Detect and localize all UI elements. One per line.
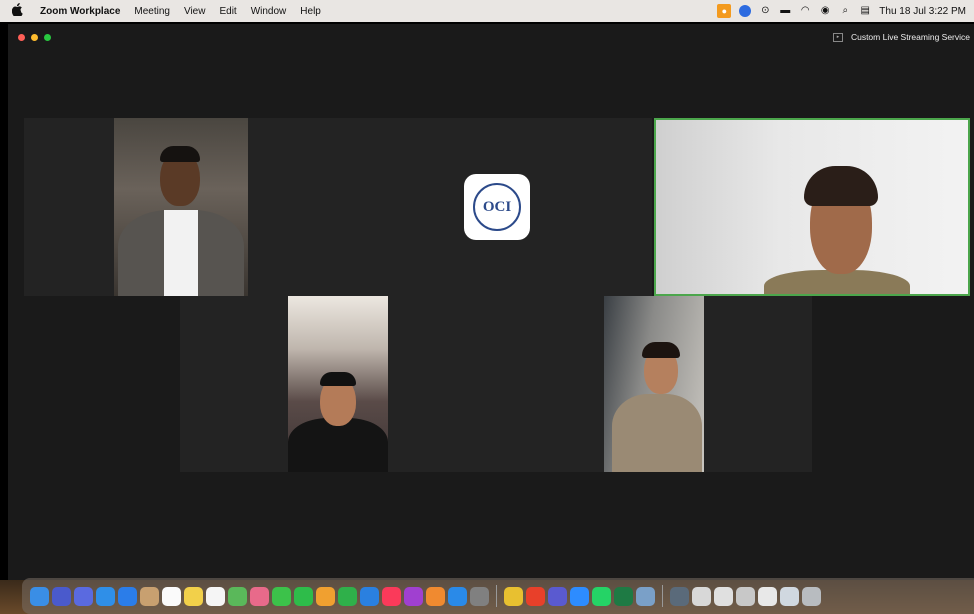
dock-separator xyxy=(496,585,497,607)
window-controls xyxy=(18,34,51,41)
participant-tile-2[interactable] xyxy=(180,296,590,472)
whatsapp-icon[interactable] xyxy=(592,586,611,606)
podcasts-icon[interactable] xyxy=(404,586,423,606)
chrome-icon[interactable] xyxy=(504,586,523,606)
zoom-status-icon[interactable] xyxy=(739,5,752,17)
participant-video-active xyxy=(656,120,968,294)
numbers-icon[interactable] xyxy=(338,586,357,606)
messages-icon[interactable] xyxy=(272,586,291,606)
keynote-icon[interactable] xyxy=(360,586,379,606)
live-streaming-indicator[interactable]: ▸ Custom Live Streaming Service xyxy=(832,32,970,42)
microphone-icon[interactable]: ● xyxy=(717,4,732,18)
minimize-window-button[interactable] xyxy=(31,34,38,41)
live-stream-icon: ▸ xyxy=(832,32,843,42)
participant-video-2 xyxy=(288,296,388,472)
safari-icon[interactable] xyxy=(96,586,115,606)
oci-logo-icon: OCI xyxy=(473,183,521,231)
participant-tile-3[interactable] xyxy=(590,296,812,472)
maps-icon[interactable] xyxy=(228,586,247,606)
launchpad-grid-icon[interactable] xyxy=(74,586,93,606)
finder-icon[interactable] xyxy=(30,586,49,606)
macos-dock xyxy=(22,578,974,614)
menu-view[interactable]: View xyxy=(184,6,206,17)
screen-record-icon[interactable]: ⊙ xyxy=(759,5,771,17)
maximize-window-button[interactable] xyxy=(44,34,51,41)
organization-logo: OCI xyxy=(464,174,530,240)
recent-window-3-icon[interactable] xyxy=(714,586,733,606)
wifi-icon[interactable]: ◠ xyxy=(799,5,811,17)
recent-window-6-icon[interactable] xyxy=(780,586,799,606)
menu-meeting[interactable]: Meeting xyxy=(134,6,170,17)
control-center-icon[interactable]: ▤ xyxy=(859,5,871,17)
reminders-icon[interactable] xyxy=(206,586,225,606)
close-window-button[interactable] xyxy=(18,34,25,41)
participant-video-1 xyxy=(114,118,248,296)
menubar-clock[interactable]: Thu 18 Jul 3:22 PM xyxy=(879,6,966,17)
streaming-label: Custom Live Streaming Service xyxy=(850,32,970,42)
participant-tile-1[interactable] xyxy=(24,118,248,296)
mail-icon[interactable] xyxy=(118,586,137,606)
user-switch-icon[interactable]: ◉ xyxy=(819,5,831,17)
system-settings-icon[interactable] xyxy=(470,586,489,606)
zoom-meeting-window: ▸ Custom Live Streaming Service OCI xyxy=(8,24,974,580)
zoom-icon[interactable] xyxy=(570,586,589,606)
freeform-icon[interactable] xyxy=(316,586,335,606)
teams-icon[interactable] xyxy=(548,586,567,606)
battery-icon[interactable]: ▬ xyxy=(779,5,791,17)
spotlight-search-icon[interactable]: ⌕ xyxy=(839,5,851,17)
excel-icon[interactable] xyxy=(614,586,633,606)
notes-icon[interactable] xyxy=(184,586,203,606)
recent-window-1-icon[interactable] xyxy=(670,586,689,606)
facetime-icon[interactable] xyxy=(294,586,313,606)
calendar-icon[interactable] xyxy=(162,586,181,606)
settings-flower-icon[interactable] xyxy=(426,586,445,606)
menu-help[interactable]: Help xyxy=(300,6,321,17)
menu-bar: Zoom Workplace Meeting View Edit Window … xyxy=(0,0,974,22)
status-area: ● ⊙ ▬ ◠ ◉ ⌕ ▤ Thu 18 Jul 3:22 PM xyxy=(717,0,966,22)
participant-tile-logo[interactable]: OCI xyxy=(248,118,652,296)
preview-icon[interactable] xyxy=(636,586,655,606)
music-icon[interactable] xyxy=(382,586,401,606)
anydesk-icon[interactable] xyxy=(526,586,545,606)
recent-window-4-icon[interactable] xyxy=(736,586,755,606)
trash-icon[interactable] xyxy=(802,586,821,606)
apple-icon[interactable] xyxy=(11,3,26,19)
recent-window-2-icon[interactable] xyxy=(692,586,711,606)
photos-icon[interactable] xyxy=(250,586,269,606)
app-store-icon[interactable] xyxy=(448,586,467,606)
contacts-icon[interactable] xyxy=(140,586,159,606)
participant-video-3 xyxy=(604,296,704,472)
recent-window-5-icon[interactable] xyxy=(758,586,777,606)
dock-separator-2 xyxy=(662,585,663,607)
app-name-menu[interactable]: Zoom Workplace xyxy=(40,6,120,17)
menu-edit[interactable]: Edit xyxy=(219,6,236,17)
participant-tile-active-speaker[interactable] xyxy=(654,118,970,296)
menu-window[interactable]: Window xyxy=(251,6,287,17)
logo-text: OCI xyxy=(482,198,512,215)
launchpad-icon[interactable] xyxy=(52,586,71,606)
